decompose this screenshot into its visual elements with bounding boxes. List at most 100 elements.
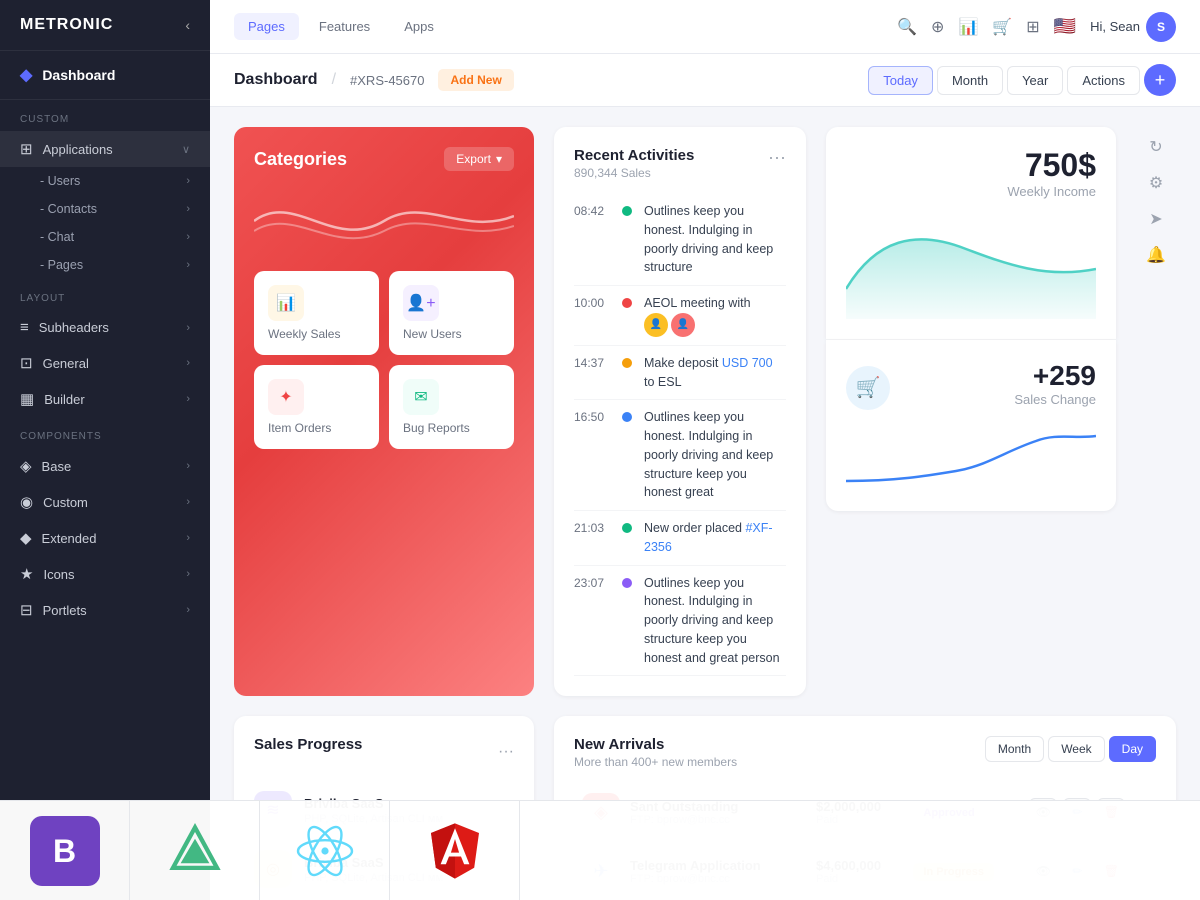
categories-title: Categories [254, 149, 347, 170]
activity-text-4: Outlines keep you honest. Indulging in p… [644, 408, 786, 502]
share-icon[interactable]: ⊕ [931, 17, 944, 37]
bug-reports-card: ✉ Bug Reports [389, 365, 514, 449]
sidebar-item-icons[interactable]: ★ Icons › [0, 556, 210, 592]
sidebar-section-components: COMPONENTS [0, 417, 210, 448]
activities-subtitle: 890,344 Sales [574, 166, 694, 180]
item-orders-card: ✦ Item Orders [254, 365, 379, 449]
activities-title: Recent Activities [574, 147, 694, 164]
new-arrivals-subtitle: More than 400+ new members [574, 755, 737, 769]
brand-name: METRONIC [20, 16, 113, 34]
activity-text-1: Outlines keep you honest. Indulging in p… [644, 202, 786, 277]
builder-icon: ▦ [20, 390, 34, 408]
sidebar-item-applications[interactable]: ⊞ Applications ∨ [0, 131, 210, 167]
sidebar-section-custom: CUSTOM [0, 100, 210, 131]
nav-link-pages[interactable]: Pages [234, 13, 299, 40]
activity-item-3: 14:37 Make deposit USD 700 to ESL [574, 346, 786, 401]
right-cards-column: 750$ Weekly Income [826, 127, 1116, 696]
chart-icon[interactable]: 📊 [958, 17, 978, 37]
sidebar-item-general[interactable]: ⊡ General › [0, 345, 210, 381]
item-orders-icon: ✦ [268, 379, 304, 415]
panel-refresh-icon[interactable]: ↻ [1149, 137, 1162, 157]
chevron-right-icon: › [186, 175, 190, 187]
sidebar-item-contacts[interactable]: - Contacts › [0, 195, 210, 223]
sidebar-item-pages[interactable]: - Pages › [0, 251, 210, 279]
activity-dot-1 [622, 206, 632, 216]
flag-icon[interactable]: 🇺🇸 [1054, 16, 1076, 37]
chevron-right-icon: › [186, 203, 190, 215]
cart-icon[interactable]: 🛒 [992, 17, 1012, 37]
vue-icon [165, 821, 225, 881]
export-button[interactable]: Export ▾ [444, 147, 514, 171]
search-icon[interactable]: 🔍 [897, 17, 917, 37]
month-filter-button[interactable]: Month [985, 736, 1044, 762]
sidebar-collapse-icon[interactable]: ‹ [185, 17, 190, 33]
bottom-logos-strip: B [0, 800, 1200, 900]
day-filter-button[interactable]: Day [1109, 736, 1156, 762]
activity-time-5: 21:03 [574, 521, 610, 535]
week-filter-button[interactable]: Week [1048, 736, 1104, 762]
base-label: Base [42, 459, 72, 474]
year-button[interactable]: Year [1007, 66, 1063, 95]
pages-label: - Pages [40, 258, 83, 272]
avatar-2: 👤 [671, 313, 695, 337]
sidebar-item-users[interactable]: - Users › [0, 167, 210, 195]
activity-text-2: AEOL meeting with 👤 👤 [644, 294, 786, 337]
activity-link-3[interactable]: USD 700 [722, 356, 773, 370]
actions-button[interactable]: Actions [1067, 66, 1140, 95]
panel-send-icon[interactable]: ➤ [1149, 209, 1162, 229]
arrivals-filter-buttons: Month Week Day [985, 736, 1156, 762]
panel-gear-icon[interactable]: ⚙ [1149, 173, 1163, 193]
activities-more-icon[interactable]: ··· [768, 147, 786, 168]
sales-progress-more-icon[interactable]: ··· [498, 743, 514, 761]
dashboard-label: Dashboard [42, 67, 115, 83]
plus-button[interactable]: + [1144, 64, 1176, 96]
month-button[interactable]: Month [937, 66, 1003, 95]
bootstrap-logo[interactable]: B [0, 801, 130, 900]
sidebar: METRONIC ‹ ◆ Dashboard CUSTOM ⊞ Applicat… [0, 0, 210, 900]
today-button[interactable]: Today [868, 66, 933, 95]
sales-change-label: Sales Change [1014, 392, 1096, 407]
wave-chart [254, 181, 514, 261]
sidebar-item-custom-comp[interactable]: ◉ Custom › [0, 484, 210, 520]
activity-link-5[interactable]: #XF-2356 [644, 521, 773, 554]
activity-dot-4 [622, 412, 632, 422]
sidebar-item-subheaders[interactable]: ≡ Subheaders › [0, 310, 210, 345]
activity-text-3: Make deposit USD 700 to ESL [644, 354, 786, 392]
user-avatar[interactable]: S [1146, 12, 1176, 42]
applications-icon: ⊞ [20, 140, 33, 158]
activity-avatars: 👤 👤 [644, 313, 695, 337]
income-amount: 750$ [846, 147, 1096, 184]
main-content: Categories Export ▾ 📊 Weekly Sales [210, 107, 1200, 900]
row-1: Categories Export ▾ 📊 Weekly Sales [234, 127, 1176, 696]
custom-comp-label: Custom [43, 495, 88, 510]
chevron-right-icon: › [186, 532, 190, 544]
icons-icon: ★ [20, 565, 33, 583]
grid-icon[interactable]: ⊞ [1026, 17, 1039, 37]
angular-logo[interactable] [390, 801, 520, 900]
new-arrivals-title: New Arrivals [574, 736, 737, 753]
base-icon: ◈ [20, 457, 32, 475]
add-new-button[interactable]: Add New [438, 69, 513, 91]
sidebar-item-chat[interactable]: - Chat › [0, 223, 210, 251]
chevron-right-icon: › [186, 460, 190, 472]
activity-time-3: 14:37 [574, 356, 610, 370]
sidebar-dashboard-item[interactable]: ◆ Dashboard [0, 51, 210, 100]
sales-change-chart [846, 421, 1096, 491]
nav-link-features[interactable]: Features [305, 13, 384, 40]
chevron-down-icon: ∨ [182, 143, 190, 156]
sidebar-item-portlets[interactable]: ⊟ Portlets › [0, 592, 210, 628]
chevron-right-icon: › [186, 322, 190, 334]
react-logo[interactable] [260, 801, 390, 900]
new-users-label: New Users [403, 327, 500, 341]
sidebar-applications-label: Applications [43, 142, 113, 157]
export-label: Export [456, 152, 491, 166]
panel-bell-icon[interactable]: 🔔 [1146, 245, 1166, 265]
sidebar-item-extended[interactable]: ◆ Extended › [0, 520, 210, 556]
dashboard-icon: ◆ [20, 65, 32, 85]
sidebar-item-builder[interactable]: ▦ Builder › [0, 381, 210, 417]
nav-link-apps[interactable]: Apps [390, 13, 448, 40]
sidebar-item-base[interactable]: ◈ Base › [0, 448, 210, 484]
general-icon: ⊡ [20, 354, 33, 372]
vue-logo[interactable] [130, 801, 260, 900]
custom-comp-icon: ◉ [20, 493, 33, 511]
